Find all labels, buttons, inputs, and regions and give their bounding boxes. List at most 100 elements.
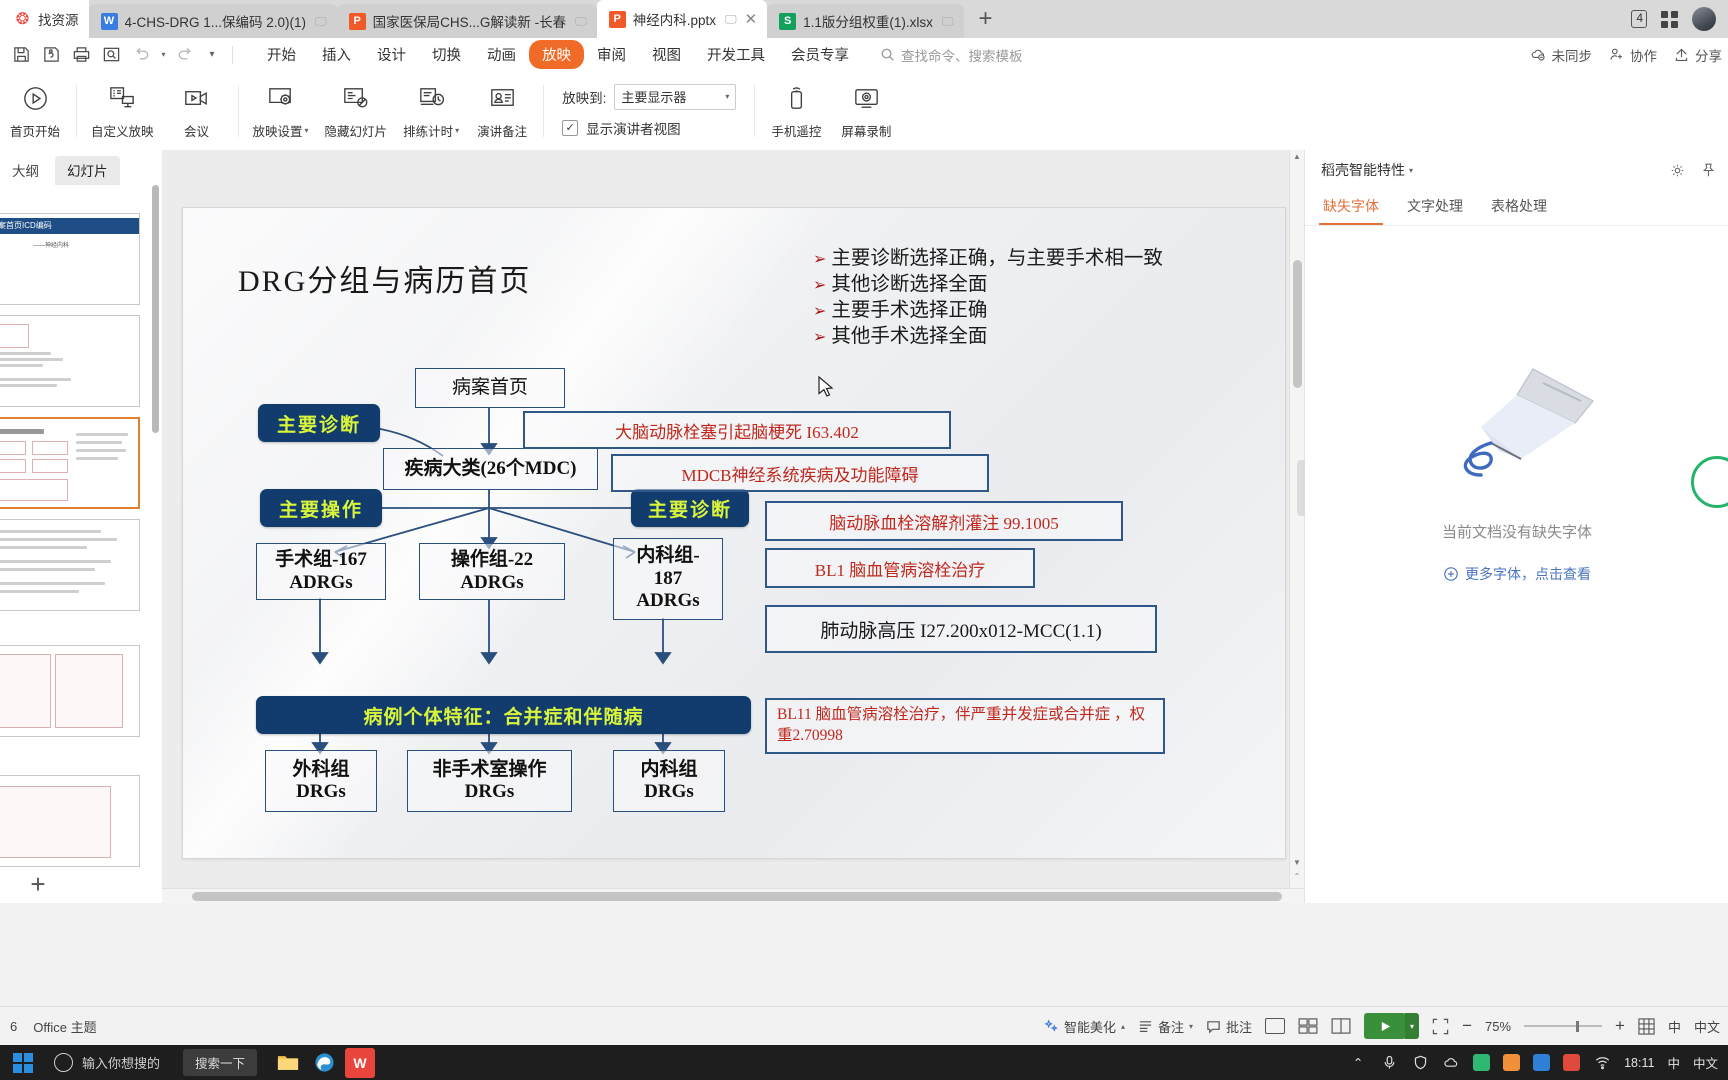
list-item[interactable]	[0, 519, 140, 611]
annotation-box-mdc-code[interactable]: MDCB神经系统疾病及功能障碍	[611, 454, 989, 492]
list-item[interactable]	[0, 417, 140, 509]
avatar[interactable]	[1692, 7, 1716, 31]
redo-icon[interactable]	[172, 43, 199, 67]
scroll-down-arrow[interactable]: ▼	[1292, 858, 1302, 867]
chevron-down-icon[interactable]: ▾	[305, 126, 309, 135]
theme-label[interactable]: Office 主题	[33, 1017, 96, 1036]
monitor-icon[interactable]: 🖵	[315, 14, 327, 29]
panel-tab-表格处理[interactable]: 表格处理	[1491, 196, 1547, 225]
tab-outline[interactable]: 大纲	[0, 156, 51, 185]
start-button[interactable]	[0, 1045, 46, 1080]
slide-sorter-icon[interactable]	[1298, 1018, 1318, 1034]
list-item[interactable]	[0, 315, 140, 407]
new-tab-button[interactable]: +	[964, 0, 1008, 38]
normal-view-icon[interactable]	[1265, 1018, 1286, 1034]
grid-icon[interactable]	[1638, 1017, 1655, 1035]
label-primary-procedure[interactable]: 主要操作	[260, 489, 382, 527]
app-red-icon[interactable]	[1563, 1054, 1581, 1071]
ribbon-item-phone-remote[interactable]: 手机遥控	[761, 75, 831, 147]
close-icon[interactable]: ✕	[745, 12, 758, 27]
presenter-view-checkbox[interactable]: ✓	[562, 119, 579, 136]
reading-view-icon[interactable]	[1331, 1018, 1351, 1034]
display-select[interactable]: 主要显示器 ▾	[614, 83, 737, 110]
wps-office-icon[interactable]: W	[345, 1047, 376, 1078]
label-primary-diagnosis-right[interactable]: 主要诊断	[631, 489, 749, 527]
chevron-up-icon[interactable]: ⌃	[1349, 1054, 1367, 1072]
zoom-level-label[interactable]: 75%	[1485, 1019, 1511, 1034]
comment-button[interactable]: 批注	[1206, 1017, 1252, 1036]
scroll-thumb-h[interactable]	[192, 892, 1282, 901]
start-slideshow-button[interactable]: ▾	[1364, 1013, 1420, 1039]
notes-button[interactable]: 备注 ▾	[1138, 1017, 1193, 1036]
save-icon[interactable]	[8, 43, 35, 67]
chevron-down-icon[interactable]: ▾	[1189, 1022, 1193, 1031]
share-button[interactable]: 分享	[1673, 45, 1722, 65]
ribbon-item-hide-slide[interactable]: 隐藏幻灯片	[317, 75, 396, 147]
annotation-box-adrg-code[interactable]: BL1 脑血管病溶栓治疗	[765, 548, 1035, 588]
pin-icon[interactable]	[1700, 162, 1717, 179]
document-tab[interactable]: P 神经内科.pptx 🖵 ✕	[596, 0, 768, 38]
ribbon-item-screen-record[interactable]: 屏幕录制	[831, 75, 901, 147]
list-item[interactable]	[0, 645, 140, 737]
floating-action-badge[interactable]	[1691, 456, 1728, 508]
ribbon-item-start-from-beginning[interactable]: 首页开始	[0, 75, 70, 147]
scroll-up-arrow[interactable]: ▲	[1292, 152, 1302, 161]
zoom-out-button[interactable]: −	[1462, 1016, 1472, 1036]
tab-slides[interactable]: 幻灯片	[55, 156, 120, 185]
bullet-list[interactable]: ➢ 主要诊断选择正确，与主要手术相一致 ➢ 其他诊断选择全面 ➢ 主要手术选择正确 ➢…	[813, 246, 1163, 350]
command-search[interactable]: 查找命令、搜索模板	[880, 45, 1023, 65]
ribbon-item-meeting[interactable]: 会议	[162, 75, 232, 147]
editor-horizontal-scrollbar[interactable]	[162, 888, 1304, 903]
menu-tab-开始[interactable]: 开始	[254, 40, 309, 69]
undo-icon[interactable]	[128, 43, 155, 67]
print-preview-icon[interactable]	[98, 43, 125, 67]
chevron-down-icon[interactable]: ▾	[455, 126, 459, 135]
sync-status-button[interactable]: 未同步	[1530, 45, 1592, 65]
box-medical-drg[interactable]: 内科组 DRGs	[613, 750, 725, 812]
print-icon[interactable]	[68, 43, 95, 67]
menu-tab-放映[interactable]: 放映	[529, 40, 584, 69]
prev-slide-button[interactable]: ⌃	[1292, 872, 1302, 881]
ime-indicator-zh[interactable]: 中	[1668, 1017, 1681, 1036]
ribbon-item-speaker-notes[interactable]: 演讲备注	[467, 75, 537, 147]
menu-tab-审阅[interactable]: 审阅	[584, 40, 639, 69]
cloud-icon[interactable]	[1442, 1054, 1460, 1072]
ribbon-item-rehearse-timing[interactable]: 排练计时 ▾	[395, 75, 467, 147]
beautify-button[interactable]: 智能美化 ▴	[1044, 1017, 1125, 1036]
thumbnail-scrollbar[interactable]	[152, 185, 159, 433]
ime-indicator-cn[interactable]: 中文	[1694, 1017, 1720, 1036]
chevron-down-icon[interactable]: ▾	[1405, 1013, 1420, 1039]
gear-icon[interactable]	[1669, 162, 1686, 179]
page-title[interactable]: DRG分组与病历首页	[238, 256, 531, 300]
annotation-box-final-drg[interactable]: BL11 脑血管病溶栓治疗，伴严重并发症或合并症 ，权重2.70998	[765, 698, 1165, 754]
menu-tab-开发工具[interactable]: 开发工具	[694, 40, 778, 69]
list-item[interactable]	[0, 775, 140, 867]
fit-to-window-icon[interactable]	[1432, 1018, 1449, 1035]
ime-tray-a[interactable]: 中	[1667, 1053, 1680, 1072]
box-medical-group[interactable]: 内科组- 187 ADRGs	[613, 538, 723, 620]
more-fonts-link[interactable]: 更多字体，点击查看	[1305, 564, 1728, 584]
clock-time[interactable]: 18:11	[1624, 1056, 1654, 1070]
add-slide-button[interactable]: +	[22, 868, 54, 900]
ime-tray-b[interactable]: 中文	[1693, 1053, 1718, 1072]
zoom-slider-knob[interactable]	[1576, 1021, 1580, 1032]
search-pill-button[interactable]: 搜索一下	[183, 1049, 258, 1076]
document-tab[interactable]: P 国家医保局CHS...G解读新 -长春 🖵	[336, 4, 597, 38]
list-item[interactable]: 病案首页ICD编码 ——神经内科	[0, 213, 140, 305]
undo-caret-icon[interactable]: ▾	[158, 43, 169, 67]
box-nonsurgical-drg[interactable]: 非手术室操作 DRGs	[407, 750, 572, 812]
box-surgical-drg[interactable]: 外科组 DRGs	[265, 750, 377, 812]
slide-thumbnail-panel[interactable]: 病案首页ICD编码 ——神经内科	[0, 185, 162, 903]
window-count-badge[interactable]: 4	[1631, 10, 1647, 28]
menu-tab-会员专享[interactable]: 会员专享	[778, 40, 862, 69]
taskbar-search[interactable]: 输入你想搜的 搜索一下	[46, 1049, 258, 1076]
file-explorer-icon[interactable]	[273, 1048, 303, 1078]
menu-tab-视图[interactable]: 视图	[639, 40, 694, 69]
edge-browser-icon[interactable]	[309, 1048, 339, 1078]
annotation-box-procedure-code[interactable]: 脑动脉血栓溶解剂灌注 99.1005	[765, 501, 1123, 541]
box-mdc[interactable]: 疾病大类(26个MDC)	[383, 448, 598, 490]
save-as-icon[interactable]	[38, 43, 65, 67]
slide-canvas[interactable]: DRG分组与病历首页 ➢ 主要诊断选择正确，与主要手术相一致 ➢ 其他诊断选择全面 …	[182, 207, 1286, 859]
panel-collapse-handle[interactable]	[1297, 460, 1305, 516]
monitor-icon[interactable]: 🖵	[725, 12, 737, 27]
